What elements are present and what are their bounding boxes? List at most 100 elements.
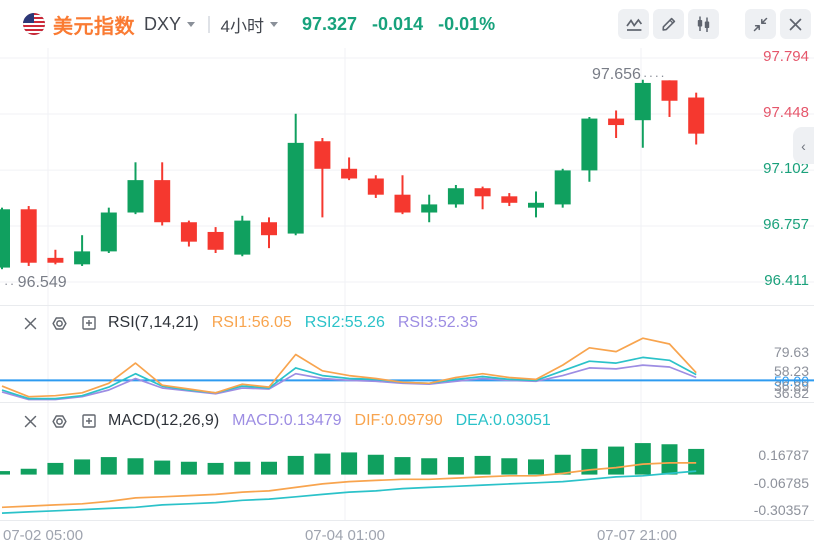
candle-body bbox=[581, 119, 597, 171]
macd-histogram-bar bbox=[528, 459, 544, 474]
candle-body bbox=[448, 188, 464, 204]
chevron-left-icon: ‹ bbox=[801, 138, 806, 154]
candle-body bbox=[154, 180, 170, 222]
low-price-label: ·· 96.549 bbox=[2, 274, 67, 292]
rsi3-value: RSI3:52.35 bbox=[398, 314, 478, 332]
rsi2-value: RSI2:55.26 bbox=[305, 314, 385, 332]
candle-body bbox=[608, 119, 624, 125]
plus-square-icon bbox=[81, 315, 97, 331]
candle-body bbox=[0, 209, 10, 267]
macd-histogram-bar bbox=[448, 457, 464, 474]
candle-body bbox=[101, 213, 117, 252]
macd-histogram-bar bbox=[0, 471, 10, 474]
macd-histogram-bar bbox=[635, 443, 651, 474]
candle-body bbox=[635, 83, 651, 120]
candle-body bbox=[21, 209, 37, 262]
candle-body bbox=[501, 196, 517, 202]
macd-histogram-bar bbox=[341, 452, 357, 474]
rsi-line-rsi3 bbox=[2, 365, 696, 399]
candle-style-button[interactable] bbox=[688, 9, 719, 39]
symbol-dropdown-caret-icon[interactable] bbox=[187, 22, 195, 27]
low-leader-dots: ·· bbox=[4, 276, 16, 291]
collapse-chart-button[interactable] bbox=[745, 9, 776, 39]
pencil-icon bbox=[660, 16, 677, 33]
trading-chart-window: 美元指数 DXY 4小时 97.327 -0.014 -0.01% bbox=[0, 0, 814, 553]
macd-histogram-bar bbox=[208, 463, 224, 475]
macd-add-button[interactable] bbox=[81, 413, 97, 429]
macd-histogram-bar bbox=[21, 469, 37, 475]
draw-button[interactable] bbox=[653, 9, 684, 39]
collapse-price-axis-button[interactable]: ‹ bbox=[793, 127, 814, 164]
macd-settings-button[interactable] bbox=[51, 413, 68, 430]
symbol-name: 美元指数 bbox=[53, 10, 135, 39]
high-leader-dots: ···· bbox=[643, 68, 666, 83]
macd-header: MACD(12,26,9) MACD:0.13479 DIF:0.09790 D… bbox=[0, 408, 551, 434]
close-icon bbox=[23, 414, 38, 429]
macd-histogram-bar bbox=[234, 462, 250, 475]
chart-header: 美元指数 DXY 4小时 97.327 -0.014 -0.01% bbox=[0, 0, 814, 48]
symbol-code[interactable]: DXY bbox=[144, 14, 181, 35]
line-chart-icon bbox=[625, 16, 643, 33]
candlestick-icon bbox=[695, 15, 712, 33]
close-icon bbox=[788, 17, 803, 32]
candle-body bbox=[314, 141, 330, 169]
timeframe-dropdown-caret-icon[interactable] bbox=[270, 22, 278, 27]
dif-value: DIF:0.09790 bbox=[355, 412, 443, 430]
dea-value: DEA:0.03051 bbox=[456, 412, 551, 430]
low-price-value: 96.549 bbox=[18, 274, 67, 292]
price-change: -0.014 bbox=[372, 14, 423, 35]
macd-histogram-bar bbox=[47, 463, 63, 475]
last-price: 97.327 bbox=[302, 14, 357, 35]
high-price-value: 97.656 bbox=[592, 66, 641, 84]
gear-icon bbox=[51, 315, 68, 332]
macd-histogram-bar bbox=[368, 455, 384, 475]
candle-body bbox=[288, 143, 304, 234]
close-chart-button[interactable] bbox=[780, 9, 811, 39]
candle-body bbox=[208, 232, 224, 250]
rsi-settings-button[interactable] bbox=[51, 315, 68, 332]
macd-title: MACD(12,26,9) bbox=[108, 412, 219, 430]
chart-toolbar bbox=[618, 9, 811, 39]
rsi-pane-divider bbox=[0, 305, 814, 306]
candle-body bbox=[341, 169, 357, 179]
candle-body bbox=[261, 222, 277, 235]
dea-line bbox=[2, 471, 696, 513]
quote-block: 97.327 -0.014 -0.01% bbox=[302, 14, 495, 35]
candle-body bbox=[528, 203, 544, 208]
candle-body bbox=[181, 222, 197, 241]
timeframe-selector[interactable]: 4小时 bbox=[221, 12, 264, 37]
macd-histogram-bar bbox=[128, 458, 144, 474]
macd-histogram-bar bbox=[288, 456, 304, 475]
header-separator bbox=[208, 16, 210, 33]
rsi-remove-button[interactable] bbox=[23, 316, 38, 331]
rsi-line-rsi2 bbox=[2, 357, 696, 398]
candle-body bbox=[475, 188, 491, 196]
line-chart-button[interactable] bbox=[618, 9, 649, 39]
rsi1-value: RSI1:56.05 bbox=[212, 314, 292, 332]
macd-histogram-bar bbox=[395, 457, 411, 474]
time-axis-label: 07-07 21:00 bbox=[597, 527, 677, 544]
candle-body bbox=[368, 179, 384, 195]
macd-histogram-bar bbox=[475, 456, 491, 475]
candle-body bbox=[555, 170, 571, 204]
candle-body bbox=[395, 195, 411, 213]
macd-histogram-bar bbox=[555, 455, 571, 475]
rsi-add-button[interactable] bbox=[81, 315, 97, 331]
candle-body bbox=[234, 221, 250, 255]
macd-histogram-bar bbox=[501, 458, 517, 474]
time-axis-label: 07-02 05:00 bbox=[3, 527, 83, 544]
macd-histogram-bar bbox=[314, 454, 330, 475]
rsi-title: RSI(7,14,21) bbox=[108, 314, 199, 332]
close-icon bbox=[23, 316, 38, 331]
candle-body bbox=[688, 98, 704, 134]
macd-histogram-bar bbox=[421, 458, 437, 474]
candle-body bbox=[128, 180, 144, 212]
candlestick-pane[interactable] bbox=[0, 48, 814, 306]
time-axis-label: 07-04 01:00 bbox=[305, 527, 385, 544]
macd-histogram-bar bbox=[181, 462, 197, 475]
us-flag-icon bbox=[23, 13, 45, 35]
macd-histogram-bar bbox=[74, 459, 90, 474]
macd-histogram-bar bbox=[154, 461, 170, 475]
macd-remove-button[interactable] bbox=[23, 414, 38, 429]
collapse-arrows-icon bbox=[752, 16, 769, 33]
